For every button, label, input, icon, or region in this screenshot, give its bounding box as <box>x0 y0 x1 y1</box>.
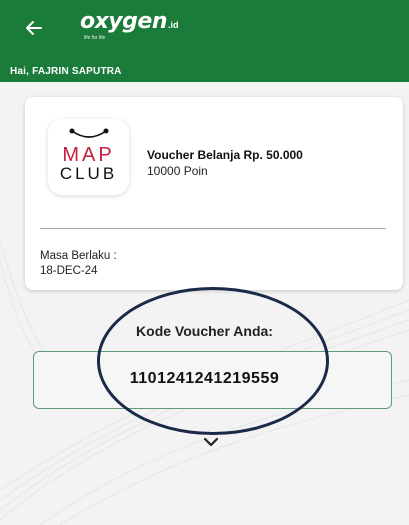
voucher-title: Voucher Belanja Rp. 50.000 <box>147 148 303 162</box>
logo-main-text: oxygen <box>80 9 167 34</box>
brand-name-line2: CLUB <box>59 164 118 183</box>
app-header: oxygen.id life for life Hai, FAJRIN SAPU… <box>0 0 409 82</box>
map-club-logo: MAP CLUB <box>48 119 129 195</box>
bag-handle-icon <box>69 128 109 138</box>
oxygen-logo: oxygen.id life for life <box>80 9 178 49</box>
logo-suffix-text: .id <box>167 20 179 30</box>
voucher-card: MAP CLUB Voucher Belanja Rp. 50.000 1000… <box>25 97 403 290</box>
back-button[interactable] <box>20 14 48 42</box>
brand-name-line1: MAP <box>62 144 115 166</box>
greeting-text: Hai, FAJRIN SAPUTRA <box>10 66 122 77</box>
voucher-points: 10000 Poin <box>147 164 208 178</box>
card-divider <box>40 228 386 229</box>
validity-label: Masa Berlaku : <box>40 250 117 262</box>
logo-tagline: life for life <box>84 35 106 41</box>
chevron-down-icon[interactable] <box>203 436 219 448</box>
validity-date: 18-DEC-24 <box>40 265 98 277</box>
annotation-ellipse <box>97 287 329 435</box>
arrow-left-icon <box>26 21 42 35</box>
